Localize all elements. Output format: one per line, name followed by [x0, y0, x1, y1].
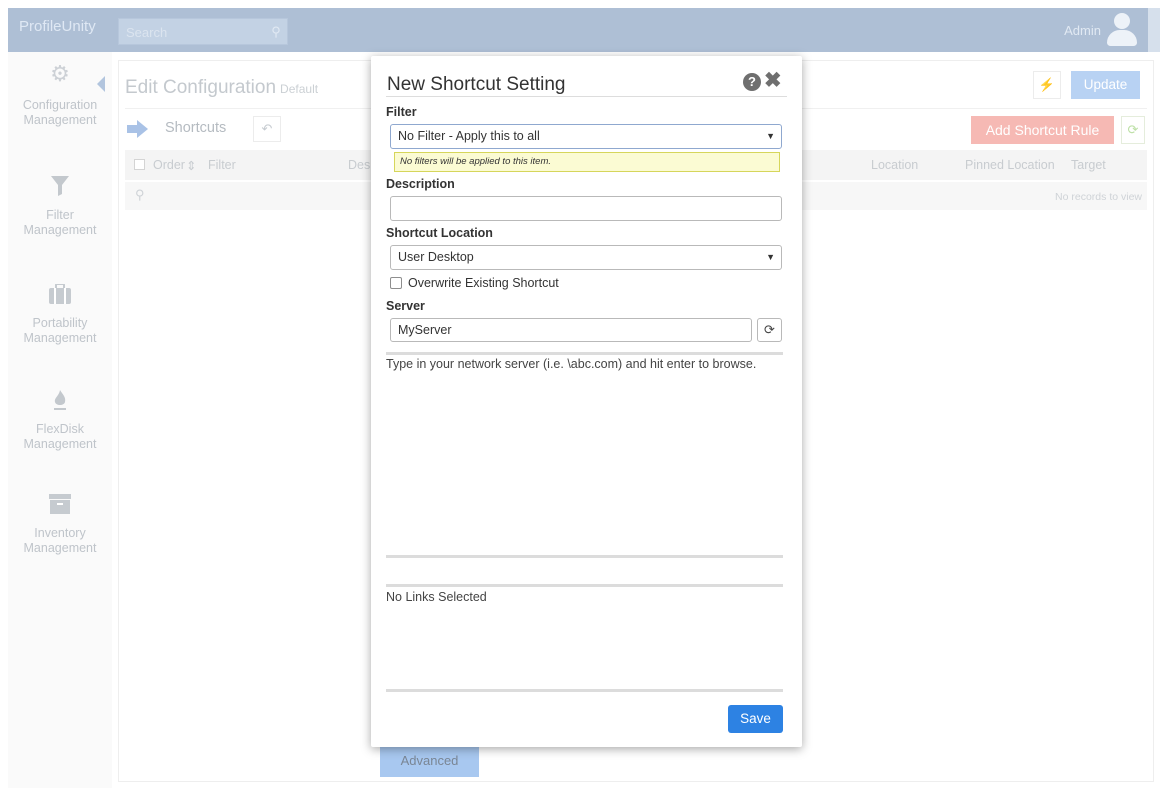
column-description[interactable]: Des — [348, 158, 370, 172]
sidebar-item-flexdisk[interactable]: FlexDisk Management — [8, 390, 112, 452]
select-all-checkbox[interactable] — [134, 159, 145, 170]
server-refresh-button[interactable]: ⟳ — [757, 318, 782, 342]
empty-grid-text: No records to view — [1055, 191, 1142, 203]
funnel-icon — [8, 176, 112, 202]
column-location[interactable]: Location — [871, 158, 918, 172]
sidebar-item-filter[interactable]: Filter Management — [8, 176, 112, 238]
dropdown-caret-icon: ▼ — [766, 252, 775, 262]
update-button[interactable]: Update — [1071, 71, 1140, 99]
sidebar-item-portability[interactable]: Portability Management — [8, 283, 112, 346]
user-name[interactable]: Admin — [1064, 23, 1101, 38]
overwrite-label[interactable]: Overwrite Existing Shortcut — [408, 276, 559, 290]
shortcut-location-label: Shortcut Location — [386, 226, 493, 240]
search-box[interactable]: Search ⚲ — [118, 18, 288, 45]
dialog-title: New Shortcut Setting — [387, 74, 566, 95]
description-input[interactable] — [390, 196, 782, 221]
search-icon[interactable]: ⚲ — [265, 19, 287, 44]
briefcase-icon — [8, 283, 112, 310]
gears-icon: ⚙ — [50, 61, 70, 86]
sidebar: ⚙ Configuration Management Filter Manage… — [8, 52, 112, 788]
sort-icon[interactable]: ⇕ — [186, 158, 196, 173]
add-shortcut-rule-button[interactable]: Add Shortcut Rule — [971, 116, 1114, 144]
grid-refresh-button[interactable]: ⟳ — [1121, 116, 1145, 144]
back-button[interactable]: ↶ — [253, 116, 281, 142]
dropdown-caret-icon: ▼ — [766, 131, 775, 141]
overwrite-option[interactable]: Overwrite Existing Shortcut — [390, 276, 559, 290]
sidebar-item-label: Filter Management — [23, 208, 97, 237]
description-label: Description — [386, 177, 455, 191]
search-input[interactable]: Search — [126, 25, 167, 40]
page-title: Edit Configuration Default — [125, 77, 319, 98]
links-status: No Links Selected — [386, 590, 487, 604]
sidebar-item-label: FlexDisk Management — [23, 422, 97, 451]
bolt-icon: ⚡ — [1038, 77, 1056, 92]
browse-hint: Type in your network server (i.e. \abc.c… — [386, 357, 757, 371]
filter-label: Filter — [386, 105, 417, 119]
column-filter[interactable]: Filter — [208, 158, 236, 172]
help-icon[interactable]: ? — [743, 73, 761, 91]
back-arrow-icon: ↶ — [261, 121, 273, 136]
filter-select[interactable]: No Filter - Apply this to all ▼ — [390, 124, 782, 149]
sidebar-item-label: Configuration Management — [22, 98, 98, 127]
column-target[interactable]: Target — [1071, 158, 1106, 172]
column-pinned-location[interactable]: Pinned Location — [965, 158, 1055, 172]
section-title: Shortcuts — [165, 120, 227, 136]
close-icon[interactable]: ✖ — [764, 69, 782, 93]
sidebar-item-configuration[interactable]: ⚙ Configuration Management — [8, 61, 112, 128]
flame-icon — [8, 390, 112, 416]
refresh-icon: ⟳ — [764, 322, 775, 337]
sidebar-item-label: Inventory Management — [23, 526, 97, 555]
sidebar-item-label: Portability Management — [23, 316, 97, 345]
arrow-right-icon — [127, 120, 149, 138]
config-name: Default — [280, 82, 319, 96]
search-icon[interactable]: ⚲ — [135, 187, 145, 203]
avatar[interactable] — [1104, 11, 1140, 47]
bolt-button[interactable]: ⚡ — [1033, 71, 1061, 99]
server-browse-area[interactable]: Type in your network server (i.e. \abc.c… — [386, 352, 783, 558]
filter-tooltip: No filters will be applied to this item. — [394, 152, 780, 172]
server-input[interactable]: MyServer — [390, 318, 752, 342]
title-divider — [386, 96, 787, 97]
refresh-icon: ⟳ — [1127, 122, 1139, 137]
new-shortcut-dialog: New Shortcut Setting ? ✖ Filter No Filte… — [371, 56, 802, 747]
selected-links-area[interactable]: No Links Selected — [386, 584, 783, 692]
filter-select-value: No Filter - Apply this to all — [398, 129, 540, 143]
advanced-button[interactable]: Advanced — [380, 745, 479, 777]
shortcut-location-select[interactable]: User Desktop ▼ — [390, 245, 782, 270]
overwrite-checkbox[interactable] — [390, 277, 402, 289]
column-order[interactable]: Order — [153, 158, 185, 172]
server-label: Server — [386, 299, 425, 313]
save-button[interactable]: Save — [728, 705, 783, 733]
top-bar: ProfileUnity Search ⚲ Admin — [8, 8, 1160, 52]
shortcut-location-value: User Desktop — [398, 250, 474, 264]
archive-icon — [8, 494, 112, 520]
brand-logo[interactable]: ProfileUnity — [19, 18, 96, 35]
sidebar-item-inventory[interactable]: Inventory Management — [8, 494, 112, 556]
topbar-edge — [1148, 8, 1160, 52]
